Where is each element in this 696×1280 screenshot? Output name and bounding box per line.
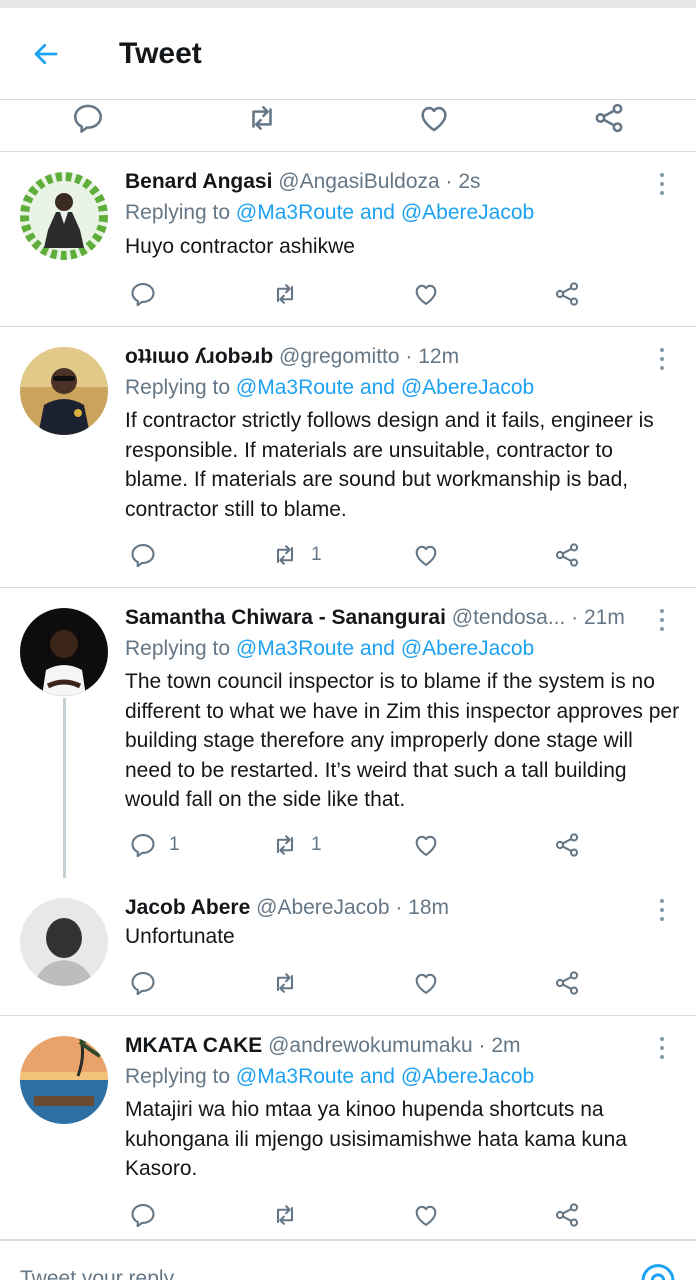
reply-icon[interactable]: [129, 1199, 169, 1231]
reply-input-placeholder[interactable]: Tweet your reply: [20, 1267, 174, 1280]
like-icon[interactable]: [412, 539, 440, 571]
replying-to-links[interactable]: @Ma3Route and @AbereJacob: [236, 1065, 534, 1088]
reply-tweet[interactable]: Benard Angasi @AngasiBuldoza · 2s Replyi…: [0, 152, 696, 327]
share-icon[interactable]: [553, 278, 581, 310]
tweet-actions: 1: [125, 539, 595, 571]
tweet-header: MKATA CAKE @andrewokumumaku · 2m: [125, 1033, 656, 1059]
top-app-bar: Tweet: [0, 8, 696, 100]
retweet-count: 1: [311, 834, 322, 855]
reply-icon[interactable]: [68, 100, 108, 136]
like-icon[interactable]: [412, 967, 440, 999]
status-bar: [0, 0, 696, 8]
back-arrow-icon[interactable]: [28, 36, 64, 72]
retweet-count: 1: [311, 544, 322, 565]
handle-time: @gregomitto · 12m: [279, 345, 460, 368]
tweet-actions: [125, 967, 595, 999]
retweet-icon[interactable]: [271, 967, 311, 999]
tweet-actions: [125, 1199, 595, 1231]
retweet-icon[interactable]: [242, 100, 282, 136]
more-options-icon[interactable]: [652, 607, 672, 633]
display-name[interactable]: Jacob Abere: [125, 896, 250, 919]
reply-count: 1: [169, 834, 180, 855]
handle-time: @tendosa... · 21m: [451, 606, 625, 629]
reply-tweet[interactable]: Samantha Chiwara - Sanangurai @tendosa..…: [0, 588, 696, 878]
reply-tweet[interactable]: oʇʇıɯo ʎɹobǝɹb @gregomitto · 12m Replyin…: [0, 327, 696, 588]
retweet-icon[interactable]: [271, 1199, 311, 1231]
replying-to-label: Replying to: [125, 1065, 231, 1088]
tweet-text: Matajiri wa hio mtaa ya kinoo hupenda sh…: [125, 1098, 627, 1180]
tweet-header: Samantha Chiwara - Sanangurai @tendosa..…: [125, 605, 656, 631]
reply-tweet[interactable]: Jacob Abere @AbereJacob · 18m Unfortunat…: [0, 878, 696, 1016]
display-name[interactable]: Benard Angasi: [125, 170, 272, 193]
tweet-text: The town council inspector is to blame i…: [125, 670, 680, 811]
replying-to-label: Replying to: [125, 201, 231, 224]
reply-composer[interactable]: Tweet your reply: [0, 1240, 696, 1280]
camera-icon[interactable]: [638, 1259, 678, 1280]
tweet-text: Unfortunate: [125, 925, 235, 948]
share-icon[interactable]: [589, 100, 629, 136]
main-tweet-actions: [0, 100, 696, 152]
share-icon[interactable]: [553, 829, 581, 861]
reply-tweet[interactable]: MKATA CAKE @andrewokumumaku · 2m Replyin…: [0, 1016, 696, 1240]
like-icon[interactable]: [412, 278, 440, 310]
replying-to-links[interactable]: @Ma3Route and @AbereJacob: [236, 637, 534, 660]
reply-icon[interactable]: [129, 278, 169, 310]
tweet-header: Jacob Abere @AbereJacob · 18m: [125, 895, 656, 921]
like-icon[interactable]: [412, 829, 440, 861]
avatar[interactable]: [20, 172, 108, 260]
retweet-icon[interactable]: [271, 278, 311, 310]
avatar[interactable]: [20, 347, 108, 435]
more-options-icon[interactable]: [652, 171, 672, 197]
reply-icon[interactable]: [129, 539, 169, 571]
handle-time: @andrewokumumaku · 2m: [268, 1034, 521, 1057]
handle-time: @AngasiBuldoza · 2s: [278, 170, 481, 193]
replying-to: Replying to @Ma3Route and @AbereJacob: [125, 200, 534, 226]
avatar[interactable]: [20, 1036, 108, 1124]
replying-to: Replying to @Ma3Route and @AbereJacob: [125, 636, 534, 662]
replying-to-label: Replying to: [125, 376, 231, 399]
display-name[interactable]: oʇʇıɯo ʎɹobǝɹb: [125, 345, 273, 368]
replying-to-links[interactable]: @Ma3Route and @AbereJacob: [236, 376, 534, 399]
more-options-icon[interactable]: [652, 897, 672, 923]
tweet-text: Huyo contractor ashikwe: [125, 235, 355, 258]
like-icon[interactable]: [412, 1199, 440, 1231]
reply-icon[interactable]: [129, 967, 169, 999]
handle-time: @AbereJacob · 18m: [256, 896, 450, 919]
replying-to-label: Replying to: [125, 637, 231, 660]
retweet-icon[interactable]: 1: [271, 539, 322, 571]
tweet-header: Benard Angasi @AngasiBuldoza · 2s: [125, 169, 656, 195]
avatar[interactable]: [20, 898, 108, 986]
retweet-icon[interactable]: 1: [271, 829, 322, 861]
display-name[interactable]: MKATA CAKE: [125, 1034, 262, 1057]
page-title: Tweet: [119, 37, 202, 70]
share-icon[interactable]: [553, 967, 581, 999]
share-icon[interactable]: [553, 539, 581, 571]
tweet-actions: [125, 278, 595, 310]
thread-connector: [63, 698, 66, 892]
replying-to: Replying to @Ma3Route and @AbereJacob: [125, 1064, 534, 1090]
more-options-icon[interactable]: [652, 1035, 672, 1061]
like-icon[interactable]: [414, 100, 454, 136]
avatar[interactable]: [20, 608, 108, 696]
display-name[interactable]: Samantha Chiwara - Sanangurai: [125, 606, 446, 629]
replying-to: Replying to @Ma3Route and @AbereJacob: [125, 375, 534, 401]
reply-icon[interactable]: 1: [129, 829, 180, 861]
replying-to-links[interactable]: @Ma3Route and @AbereJacob: [236, 201, 534, 224]
tweet-actions: 1 1: [125, 829, 595, 861]
share-icon[interactable]: [553, 1199, 581, 1231]
tweet-header: oʇʇıɯo ʎɹobǝɹb @gregomitto · 12m: [125, 344, 656, 370]
more-options-icon[interactable]: [652, 346, 672, 372]
tweet-text: If contractor strictly follows design an…: [125, 409, 654, 521]
